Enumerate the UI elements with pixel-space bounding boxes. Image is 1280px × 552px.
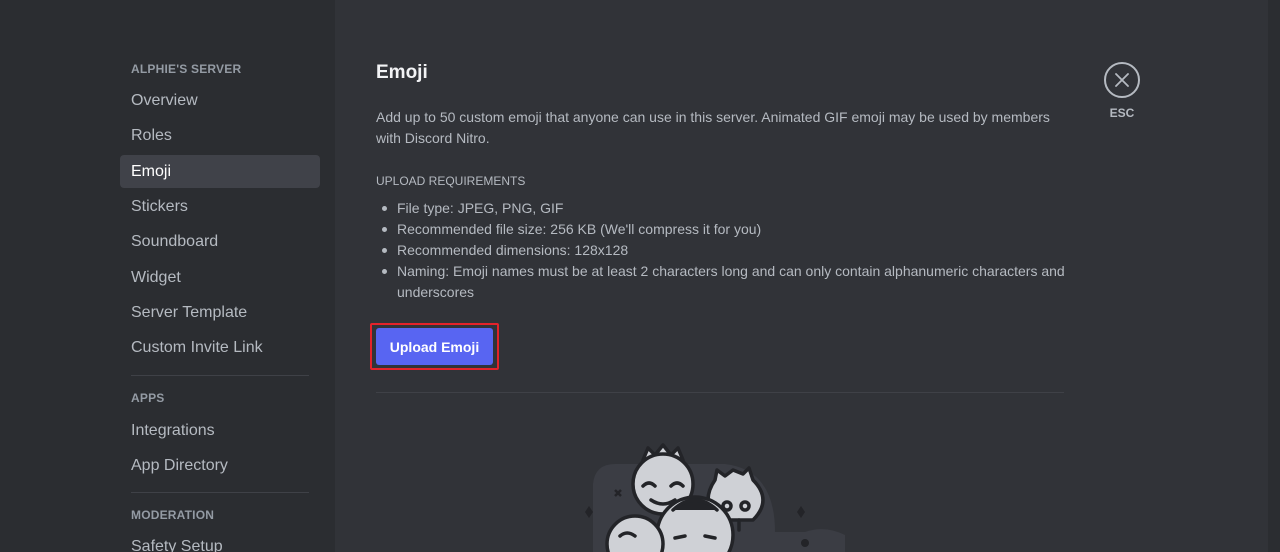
page-title: Emoji bbox=[376, 62, 428, 83]
requirement-item: Recommended dimensions: 128x128 bbox=[376, 240, 1066, 261]
sidebar-section-moderation-header: MODERATION bbox=[131, 508, 215, 522]
sidebar-item-custom-invite-link[interactable]: Custom Invite Link bbox=[120, 331, 320, 364]
content-divider bbox=[376, 392, 1064, 393]
upload-requirements-list: File type: JPEG, PNG, GIF Recommended fi… bbox=[376, 198, 1066, 303]
scrollbar[interactable] bbox=[1268, 0, 1280, 552]
requirement-item: File type: JPEG, PNG, GIF bbox=[376, 198, 1066, 219]
sidebar-item-roles[interactable]: Roles bbox=[120, 119, 320, 152]
sidebar-item-safety-setup[interactable]: Safety Setup bbox=[120, 530, 320, 552]
upload-requirements-header: UPLOAD REQUIREMENTS bbox=[376, 174, 526, 188]
sidebar-divider bbox=[131, 492, 309, 493]
sidebar-item-stickers[interactable]: Stickers bbox=[120, 190, 320, 223]
sidebar-item-server-template[interactable]: Server Template bbox=[120, 296, 320, 329]
esc-label: ESC bbox=[1109, 106, 1135, 120]
sidebar-item-integrations[interactable]: Integrations bbox=[120, 414, 320, 447]
requirement-item: Naming: Emoji names must be at least 2 c… bbox=[376, 261, 1066, 303]
sidebar-divider bbox=[131, 375, 309, 376]
close-icon bbox=[1115, 73, 1129, 87]
sidebar-item-widget[interactable]: Widget bbox=[120, 261, 320, 294]
requirement-item: Recommended file size: 256 KB (We'll com… bbox=[376, 219, 1066, 240]
sidebar-section-server-header: ALPHIE'S SERVER bbox=[131, 62, 242, 76]
close-button[interactable] bbox=[1104, 62, 1140, 98]
upload-emoji-button[interactable]: Upload Emoji bbox=[376, 328, 493, 365]
sidebar-item-soundboard[interactable]: Soundboard bbox=[120, 225, 320, 258]
sidebar-section-apps-header: APPS bbox=[131, 391, 165, 405]
sidebar-item-overview[interactable]: Overview bbox=[120, 84, 320, 117]
sidebar-item-emoji[interactable]: Emoji bbox=[120, 155, 320, 188]
sidebar-item-app-directory[interactable]: App Directory bbox=[120, 449, 320, 482]
page-description: Add up to 50 custom emoji that anyone ca… bbox=[376, 109, 1050, 146]
emoji-empty-state-illustration bbox=[585, 443, 845, 552]
